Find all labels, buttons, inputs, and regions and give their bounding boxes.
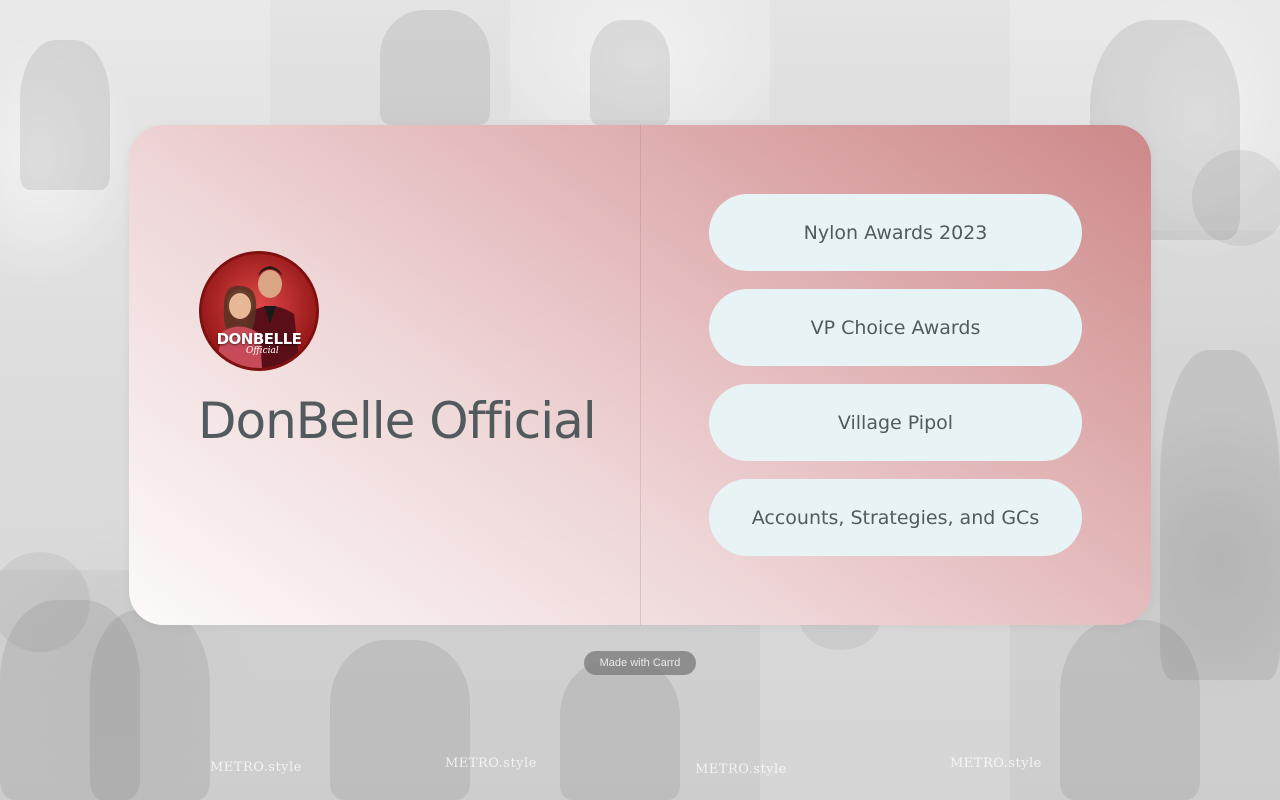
profile-card: DONBELLE Official DonBelle Official Nylo… [129,125,1151,625]
background-figure [1060,620,1200,800]
background-figure [1160,350,1280,680]
link-button-nylon-awards[interactable]: Nylon Awards 2023 [709,194,1082,271]
background-figure [560,660,680,800]
background-figure [90,610,210,800]
background-watermark: METRO.style [695,762,787,777]
background-figure [590,20,670,125]
made-with-carrd-badge[interactable]: Made with Carrd [584,651,696,675]
background-watermark: METRO.style [210,760,302,775]
card-divider [640,125,641,625]
background-figure [330,640,470,800]
background-figure [20,40,110,190]
background-watermark: METRO.style [950,756,1042,771]
background-figure [380,10,490,125]
background-watermark: METRO.style [445,756,537,771]
link-button-accounts-strategies-gcs[interactable]: Accounts, Strategies, and GCs [709,479,1082,556]
link-list: Nylon Awards 2023 VP Choice Awards Villa… [709,194,1082,574]
page-title: DonBelle Official [198,392,597,450]
background-photo-panel [760,625,1010,800]
link-button-village-pipol[interactable]: Village Pipol [709,384,1082,461]
avatar-logo-subtext: Official [246,346,279,356]
link-button-vp-choice-awards[interactable]: VP Choice Awards [709,289,1082,366]
avatar: DONBELLE Official [199,251,319,371]
